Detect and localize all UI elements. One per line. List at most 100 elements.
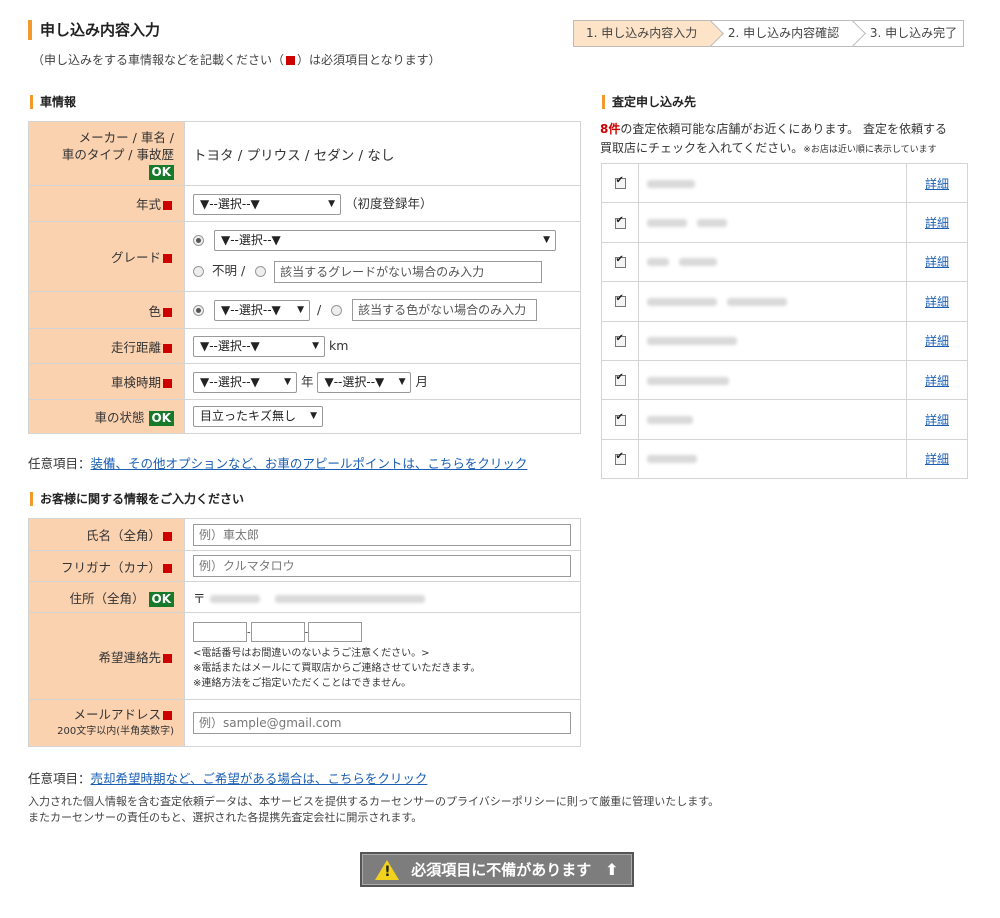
grade-manual-radio[interactable] — [255, 266, 267, 278]
email-label: メールアドレス 200文字以内(半角英数字) — [28, 699, 185, 747]
store-detail-link[interactable]: 詳細 — [925, 374, 949, 388]
store-detail-cell: 詳細 — [906, 241, 968, 283]
store-detail-link[interactable]: 詳細 — [925, 452, 949, 466]
color-manual-input[interactable]: 該当する色がない場合のみ入力 — [352, 299, 538, 321]
blurred-postal-code — [209, 595, 260, 603]
customer-info-table: 氏名（全角） 例）車太郎 フリガナ（カナ） 例）クルマタロウ 住所（全角） OK… — [28, 518, 581, 747]
inspection-label: 車検時期 — [28, 363, 185, 400]
store-detail-link[interactable]: 詳細 — [925, 177, 949, 191]
store-row: 詳細 — [601, 162, 968, 204]
required-mark-icon — [163, 653, 172, 663]
address-label-text: 住所（全角） — [69, 590, 145, 606]
blurred-store-name — [647, 376, 729, 385]
kana-input[interactable]: 例）クルマタロウ — [193, 555, 571, 577]
phone-input-2[interactable] — [250, 621, 305, 642]
store-count: 8件 — [600, 122, 621, 136]
caret-down-icon: ▼ — [398, 376, 406, 387]
color-separator: / — [316, 301, 322, 317]
maker-label-line1: メーカー / 車名 / — [78, 130, 174, 145]
blurred-store-name — [647, 297, 717, 306]
maker-value: トヨタ / プリウス / セダン / なし — [184, 121, 581, 186]
inspection-month-select[interactable]: ▼--選択--▼ ▼ — [317, 371, 412, 393]
optional-timing-prefix: 任意項目： — [28, 771, 91, 786]
email-input[interactable]: 例）sample@gmail.com — [193, 712, 571, 734]
store-check-cell — [601, 202, 639, 243]
store-row: 詳細 — [601, 320, 968, 361]
store-detail-cell: 詳細 — [906, 202, 968, 243]
color-select-value: ▼--選択--▼ — [220, 302, 281, 317]
year-label: 年式 — [28, 185, 185, 222]
store-row: 詳細 — [601, 281, 968, 322]
store-name-cell — [638, 202, 907, 243]
kana-label-text: フリガナ（カナ） — [60, 559, 161, 575]
address-value: 〒 — [184, 581, 581, 613]
store-detail-cell: 詳細 — [906, 162, 968, 204]
optional-timing: 任意項目：売却希望時期など、ご希望がある場合は、こちらをクリック — [28, 768, 427, 787]
inspection-row: 車検時期 ▼--選択--▼ ▼ 年 ▼--選択--▼ ▼ 月 — [28, 363, 581, 400]
grade-select-radio[interactable] — [193, 235, 204, 247]
store-checkbox[interactable] — [614, 254, 626, 268]
store-detail-link[interactable]: 詳細 — [925, 295, 949, 309]
store-checkbox[interactable] — [614, 175, 626, 190]
store-checkbox[interactable] — [614, 215, 626, 229]
blurred-store-name — [647, 337, 737, 346]
kana-label: フリガナ（カナ） — [28, 550, 185, 582]
name-input[interactable]: 例）車太郎 — [193, 523, 571, 546]
color-label: 色 — [28, 291, 185, 329]
year-value: ▼--選択--▼ ▼ （初度登録年） — [184, 185, 581, 222]
required-mark-icon — [163, 307, 172, 317]
inspection-label-text: 車検時期 — [110, 375, 161, 390]
sale-timing-link[interactable]: 売却希望時期など、ご希望がある場合は、こちらをクリック — [91, 771, 428, 786]
blurred-address — [275, 595, 426, 603]
stores-intro: 8件の査定依頼可能な店舗がお近くにあります。 査定を依頼する 買取店にチェックを… — [600, 120, 970, 160]
step-3: 3. 申し込み完了 — [852, 20, 965, 47]
store-row: 詳細 — [601, 359, 968, 401]
store-checkbox[interactable] — [614, 333, 626, 347]
inspection-year-select[interactable]: ▼--選択--▼ ▼ — [193, 371, 297, 393]
store-checkbox[interactable] — [614, 412, 626, 426]
grade-select-value: ▼--選択--▼ — [220, 233, 281, 248]
caret-down-icon: ▼ — [297, 304, 304, 315]
step-1-label: 1. 申し込み内容入力 — [586, 26, 698, 40]
store-name-cell — [638, 399, 907, 440]
condition-select[interactable]: 目立ったキズ無し ▼ — [193, 406, 323, 427]
submit-button[interactable]: ! 必須項目に不備があります ⬆ — [360, 852, 634, 887]
store-checkbox[interactable] — [614, 451, 626, 465]
phone-input-3[interactable] — [308, 621, 363, 642]
caret-down-icon: ▼ — [543, 235, 550, 246]
grade-select[interactable]: ▼--選択--▼ ▼ — [213, 230, 556, 252]
store-checkbox[interactable] — [614, 372, 626, 387]
year-select-value: ▼--選択--▼ — [200, 196, 260, 211]
year-select[interactable]: ▼--選択--▼ ▼ — [193, 193, 341, 215]
year-note: （初度登録年） — [344, 195, 433, 211]
store-detail-link[interactable]: 詳細 — [925, 334, 949, 348]
store-checkbox[interactable] — [614, 293, 626, 308]
store-detail-link[interactable]: 詳細 — [925, 255, 949, 269]
store-name-cell — [638, 320, 907, 361]
store-detail-link[interactable]: 詳細 — [925, 216, 949, 230]
blurred-store-name — [647, 416, 693, 425]
optional-appeal-prefix: 任意項目： — [28, 456, 91, 471]
store-detail-link[interactable]: 詳細 — [925, 413, 949, 427]
inspection-year-unit: 年 — [300, 373, 314, 389]
grade-unknown-radio[interactable] — [193, 266, 204, 278]
appeal-point-link[interactable]: 装備、その他オプションなど、お車のアピールポイントは、こちらをクリック — [91, 456, 528, 471]
grade-manual-input[interactable]: 該当するグレードがない場合のみ入力 — [274, 260, 543, 283]
step-1: 1. 申し込み内容入力 — [573, 20, 724, 47]
page-title: 申し込み内容入力 — [28, 20, 160, 40]
color-select-radio[interactable] — [193, 304, 204, 316]
year-row: 年式 ▼--選択--▼ ▼ （初度登録年） — [28, 185, 581, 222]
color-select[interactable]: ▼--選択--▼ ▼ — [213, 299, 310, 321]
mileage-label: 走行距離 — [28, 328, 185, 364]
page-subtitle: （申し込みをする車情報などを記載ください（ ）は必須項目となります） — [32, 51, 441, 68]
color-manual-radio[interactable] — [331, 304, 343, 316]
caret-down-icon: ▼ — [310, 411, 317, 421]
subtitle-pre: （申し込みをする車情報などを記載ください（ — [32, 53, 285, 67]
arrow-up-icon: ⬆ — [605, 860, 619, 879]
store-detail-cell: 詳細 — [906, 438, 968, 480]
mileage-select[interactable]: ▼--選択--▼ ▼ — [193, 335, 325, 357]
phone-note-2: ※電話またはメールにて買取店からご連絡させていただきます。 — [193, 662, 481, 674]
grade-unknown-label: 不明 / — [211, 263, 246, 279]
store-row: 詳細 — [601, 202, 968, 243]
phone-input-1[interactable] — [193, 621, 247, 642]
